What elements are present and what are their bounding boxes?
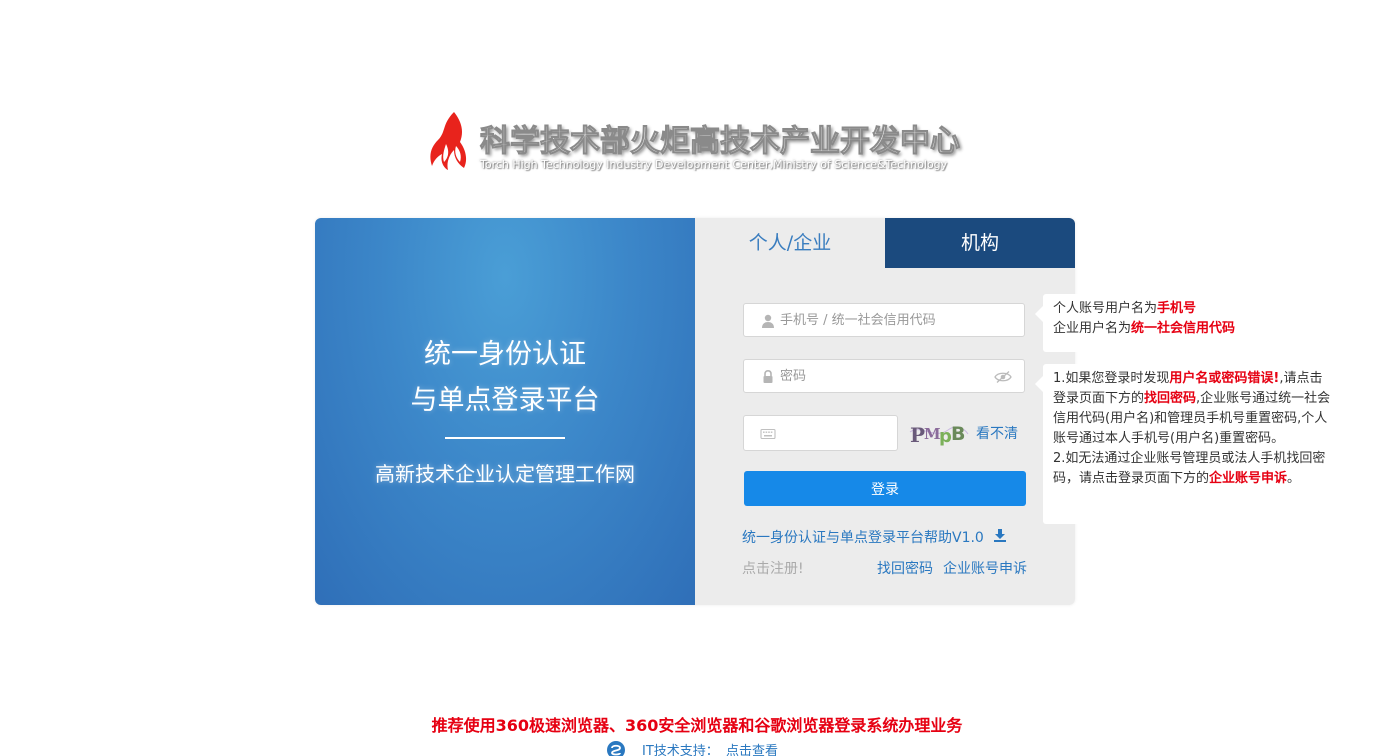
hint-paragraph-1: 1.如果您登录时发现用户名或密码错误!,请点击登录页面下方的找回密码,企业账号通… [1053, 371, 1331, 446]
password-field [743, 359, 1025, 393]
network-name: 高新技术企业认定管理工作网 [375, 462, 635, 486]
support-icon [607, 741, 625, 756]
lock-icon [763, 369, 773, 383]
torch-flame-icon [430, 112, 467, 170]
hint-line-personal: 个人账号用户名为手机号 [1053, 301, 1197, 316]
captcha-image[interactable]: P M p B [908, 418, 970, 448]
login-tabs: 个人/企业 机构 [695, 218, 1075, 268]
captcha-input[interactable] [780, 416, 890, 450]
register-link[interactable]: 点击注册! [742, 558, 804, 578]
login-form-panel: 个人/企业 机构 手机号 / 统一社会信用代码 P M p B 看不清 登录 统… [695, 218, 1075, 605]
username-input[interactable] [780, 304, 1016, 336]
password-input[interactable] [780, 360, 990, 392]
username-hint-tooltip: 个人账号用户名为手机号 企业用户名为统一社会信用代码 [1035, 294, 1258, 352]
keyboard-icon [760, 428, 776, 440]
help-doc-link[interactable]: 统一身份认证与单点登录平台帮助V1.0 [742, 527, 984, 547]
browser-recommendation: 推荐使用360极速浏览器、360安全浏览器和谷歌浏览器登录系统办理业务 [431, 716, 963, 735]
password-hint-tooltip: 1.如果您登录时发现用户名或密码错误!,请点击登录页面下方的找回密码,企业账号通… [1035, 364, 1339, 524]
captcha-char: B [951, 423, 965, 445]
captcha-field [743, 415, 898, 451]
captcha-char: P [910, 423, 925, 447]
tab-personal-enterprise[interactable]: 个人/企业 [695, 218, 885, 268]
username-field [743, 303, 1025, 337]
platform-title: 统一身份认证 与单点登录平台 [315, 332, 695, 424]
platform-title-line1: 统一身份认证 [424, 339, 586, 370]
download-icon[interactable] [993, 528, 1007, 542]
captcha-refresh-link[interactable]: 看不清 [976, 423, 1018, 443]
login-page: 科学技术部火炬高技术产业开发中心 Torch High Technology I… [0, 0, 1394, 756]
user-icon [762, 314, 774, 328]
tab-institution[interactable]: 机构 [885, 218, 1075, 268]
hint-line-enterprise: 企业用户名为统一社会信用代码 [1053, 321, 1236, 336]
logo-subtitle: Torch High Technology Industry Developme… [480, 158, 948, 171]
site-logo: 科学技术部火炬高技术产业开发中心 Torch High Technology I… [424, 110, 964, 176]
platform-title-line2: 与单点登录平台 [410, 385, 600, 416]
support-label: IT技术支持： [642, 744, 719, 756]
eye-hidden-icon[interactable] [994, 370, 1012, 384]
login-button[interactable]: 登录 [744, 471, 1026, 506]
support-view-link[interactable]: 点击查看 [726, 740, 778, 756]
login-card: 统一身份认证 与单点登录平台 高新技术企业认定管理工作网 个人/企业 机构 手机… [315, 218, 1075, 605]
account-appeal-link[interactable]: 企业账号申诉 [943, 558, 1027, 578]
banner-divider [445, 437, 565, 439]
logo-title: 科学技术部火炬高技术产业开发中心 [480, 124, 961, 160]
recover-password-link[interactable]: 找回密码 [877, 558, 933, 578]
hint-paragraph-2: 2.如无法通过企业账号管理员或法人手机找回密码，请点击登录页面下方的企业账号申诉… [1053, 451, 1326, 486]
platform-banner: 统一身份认证 与单点登录平台 高新技术企业认定管理工作网 [315, 218, 695, 605]
